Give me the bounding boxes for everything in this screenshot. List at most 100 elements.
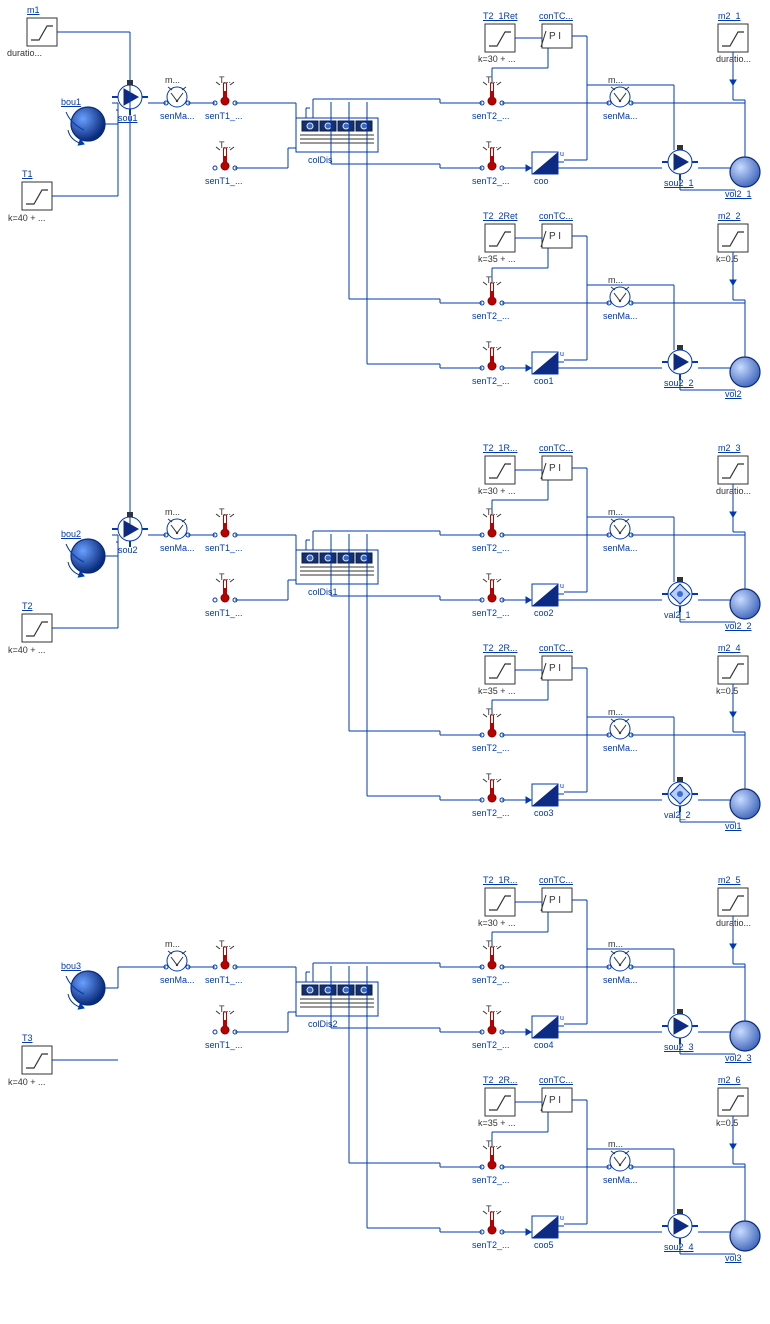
svg-text:P I: P I [549, 1095, 561, 1106]
svg-text:u: u [560, 151, 564, 158]
senMa-left-name: senMa... [160, 543, 195, 553]
t2b-top: T... [486, 1204, 498, 1214]
svg-text:u: u [560, 583, 564, 590]
sou-name: sou2 [118, 545, 138, 555]
t1a-top: T... [219, 75, 231, 85]
senT2a-name: senT2_... [472, 1175, 510, 1185]
gauge2-top: m... [608, 75, 623, 85]
t1a-name: senT1_... [205, 111, 243, 121]
coo-name: coo1 [534, 376, 554, 386]
m2-sub: k=0.5 [716, 686, 738, 696]
conTC-name: conTC... [539, 443, 573, 453]
sou-name: sou1 [118, 113, 138, 123]
bou-name: bou2 [61, 529, 81, 539]
t2b-top: T... [486, 572, 498, 582]
vol-name: vol1 [725, 821, 742, 831]
t1b-top: T... [219, 140, 231, 150]
senMa-left-name: senMa... [160, 111, 195, 121]
t1a-top: T... [219, 507, 231, 517]
valve-name: sou2_1 [664, 178, 694, 188]
t1b-name: senT1_... [205, 176, 243, 186]
valve-name: sou2_3 [664, 1042, 694, 1052]
senMa-left-name: senMa... [160, 975, 195, 985]
t1a-name: senT1_... [205, 543, 243, 553]
t2a-top: T... [486, 75, 498, 85]
m2-sub: duratio... [716, 918, 751, 928]
vol-name: vol3 [725, 1253, 742, 1263]
senMa2-name: senMa... [603, 975, 638, 985]
gauge2-top: m... [608, 707, 623, 717]
m2-name: m2_3 [718, 443, 741, 453]
T2R-name: T2_1Ret [483, 11, 518, 21]
m2-sub: duratio... [716, 486, 751, 496]
coo-name: coo2 [534, 608, 554, 618]
m1-sub: duratio... [7, 48, 42, 58]
T-name: T3 [22, 1033, 33, 1043]
T2R-name: T2_2R... [483, 643, 518, 653]
t2a-top: T... [486, 507, 498, 517]
svg-text:P I: P I [549, 231, 561, 242]
m2-name: m2_1 [718, 11, 741, 21]
gauge-top: m... [165, 939, 180, 949]
T2R-val: k=30 + ... [478, 486, 516, 496]
T2R-val: k=35 + ... [478, 254, 516, 264]
T-val: k=40 + ... [8, 645, 46, 655]
coo-name: coo [534, 176, 549, 186]
svg-text:u: u [560, 1215, 564, 1222]
m2-name: m2_4 [718, 643, 741, 653]
svg-text:u: u [560, 1015, 564, 1022]
colDis-name: colDis1 [308, 587, 338, 597]
senT2b-name: senT2_... [472, 176, 510, 186]
conTC-name: conTC... [539, 1075, 573, 1085]
T2R-name: T2_1R... [483, 443, 518, 453]
conTC-name: conTC... [539, 11, 573, 21]
T2R-val: k=35 + ... [478, 686, 516, 696]
bou-name: bou1 [61, 97, 81, 107]
t1b-name: senT1_... [205, 608, 243, 618]
conTC-name: conTC... [539, 643, 573, 653]
t2b-top: T... [486, 772, 498, 782]
t2b-top: T... [486, 140, 498, 150]
senT2b-name: senT2_... [472, 608, 510, 618]
m2-sub: k=0.5 [716, 254, 738, 264]
t2a-top: T... [486, 707, 498, 717]
T-val: k=40 + ... [8, 213, 46, 223]
vol-name: vol2_2 [725, 621, 752, 631]
coo-name: coo3 [534, 808, 554, 818]
senT2b-name: senT2_... [472, 1240, 510, 1250]
senT2b-name: senT2_... [472, 376, 510, 386]
senMa2-name: senMa... [603, 1175, 638, 1185]
vol-name: vol2_3 [725, 1053, 752, 1063]
m2-name: m2_6 [718, 1075, 741, 1085]
conTC-name: conTC... [539, 875, 573, 885]
T-name: T2 [22, 601, 33, 611]
senMa2-name: senMa... [603, 311, 638, 321]
m2-sub: duratio... [716, 54, 751, 64]
valve-name: val2_1 [664, 610, 691, 620]
T-val: k=40 + ... [8, 1077, 46, 1087]
conTC-name: conTC... [539, 211, 573, 221]
t1b-top: T... [219, 1004, 231, 1014]
T2R-val: k=30 + ... [478, 918, 516, 928]
T2R-name: T2_2R... [483, 1075, 518, 1085]
t1a-top: T... [219, 939, 231, 949]
t2a-top: T... [486, 275, 498, 285]
t2a-top: T... [486, 939, 498, 949]
valve-name: sou2_2 [664, 378, 694, 388]
T2R-name: T2_2Ret [483, 211, 518, 221]
senT2a-name: senT2_... [472, 743, 510, 753]
valve-name: val2_2 [664, 810, 691, 820]
vol-name: vol2 [725, 389, 742, 399]
svg-text:P I: P I [549, 31, 561, 42]
bou-name: bou3 [61, 961, 81, 971]
coo-name: coo5 [534, 1240, 554, 1250]
svg-text:u: u [560, 351, 564, 358]
m1-name: m1 [27, 5, 40, 15]
svg-text:P I: P I [549, 463, 561, 474]
T2R-name: T2_1R... [483, 875, 518, 885]
valve-name: sou2_4 [664, 1242, 694, 1252]
gauge2-top: m... [608, 939, 623, 949]
gauge2-top: m... [608, 1139, 623, 1149]
gauge-top: m... [165, 75, 180, 85]
m2-sub: k=0.5 [716, 1118, 738, 1128]
